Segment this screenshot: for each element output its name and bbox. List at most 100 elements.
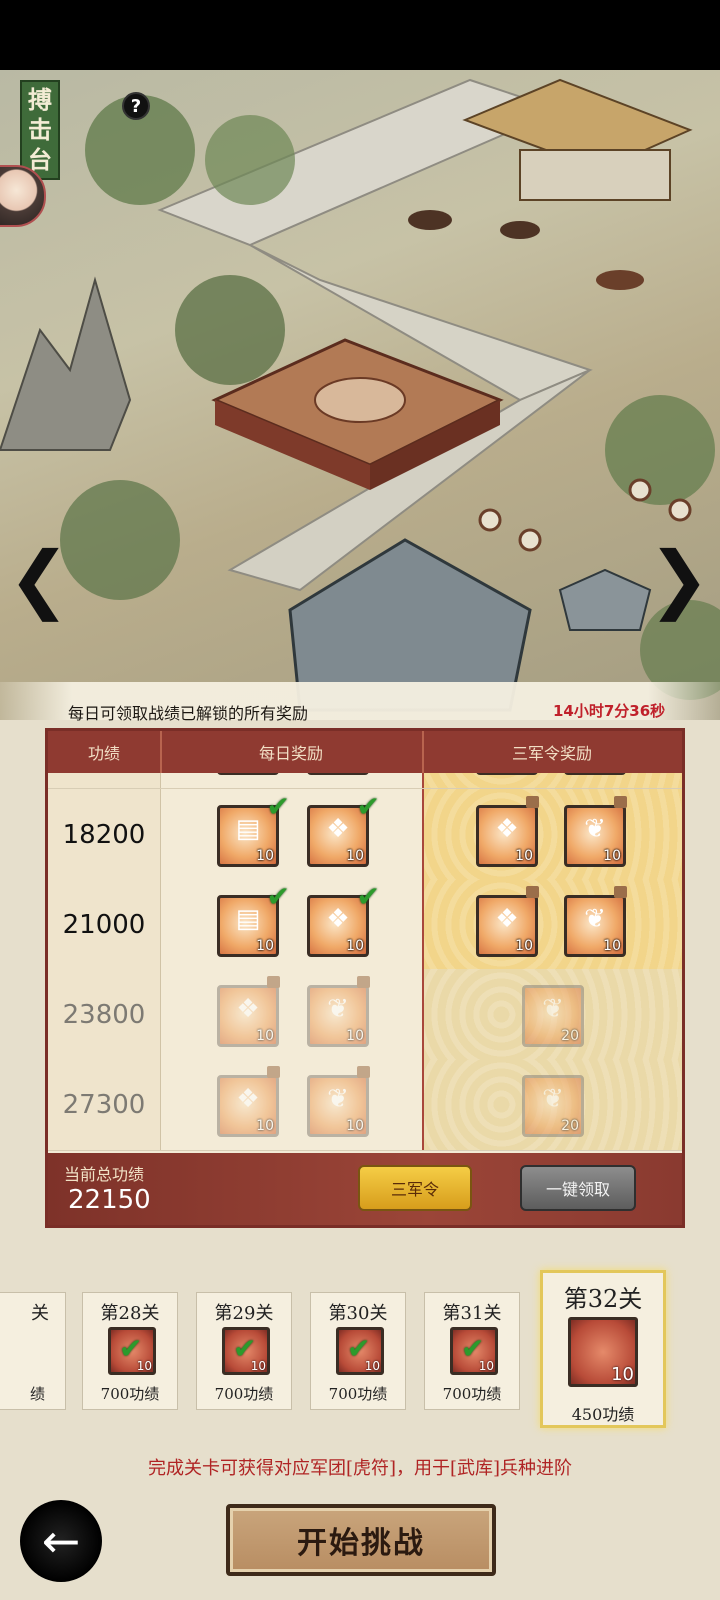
stage-card[interactable]: 第31关 ✔ 10 700功绩 [424,1292,520,1410]
talisman-icon: ❖ [236,1084,260,1114]
total-score-label: 当前总功绩 [64,1165,145,1184]
reward-item[interactable]: ❦ 20 [522,1075,584,1137]
claimed-check-icon: ✔ [356,790,380,823]
reward-item[interactable]: ❦ 10 [564,796,627,867]
item-qty: 20 [561,1028,579,1044]
reward-item[interactable]: ❖ 10 [476,886,539,957]
item-qty: 10 [603,938,621,954]
reward-item[interactable]: 10 [307,773,369,775]
premium-cell [422,773,682,788]
item-qty: 10 [603,848,621,864]
tiger-token-item: 10 [568,1317,638,1387]
premium-cell: ❦ 20 [422,969,682,1060]
daily-cell: ❖ 10 ❦ 10 [160,969,422,1060]
reward-item[interactable]: 10 [217,773,279,775]
prev-arrow-icon[interactable]: ❮ [8,536,70,622]
stage-title: 第29关 [214,1303,274,1324]
boots-icon: ❦ [542,1084,564,1114]
item-qty: 10 [515,848,533,864]
reward-item[interactable]: ❦ 10 [307,1066,370,1137]
reward-rows[interactable]: 10 10 18200 ▤ ✔ 10 ❖ ✔ 10 [48,773,682,1153]
reward-item[interactable]: ❦ 20 [522,985,584,1047]
boots-icon: ❦ [327,994,349,1024]
stage-title: 第28关 [100,1303,160,1324]
claim-all-button[interactable]: 一键领取 [520,1165,636,1211]
item-qty: 10 [250,1359,266,1373]
score-cell: 21000 [48,879,160,970]
tiger-token-item: ✔ 10 [222,1327,270,1375]
reward-item[interactable]: ❖ ✔ 10 [307,880,380,957]
reward-item[interactable]: ❖ 10 [217,1066,280,1137]
item-qty: 20 [561,1118,579,1134]
lock-icon [357,1066,370,1078]
score-cell: 23800 [48,969,160,1060]
countdown-timer: 14小时7分36秒 [553,702,666,720]
table-row: 10 10 [48,773,682,789]
stage-card[interactable]: 第30关 ✔ 10 700功绩 [310,1292,406,1410]
sanjun-order-button[interactable]: 三军令 [358,1165,472,1211]
stage-reward: 700功绩 [100,1385,160,1403]
premium-cell: ❖ 10 ❦ 10 [422,789,682,880]
stage-card[interactable]: 第28关 ✔ 10 700功绩 [82,1292,178,1410]
daily-notice: 每日可领取战绩已解锁的所有奖励 [68,704,309,723]
item-qty: 10 [256,1028,274,1044]
premium-cell: ❦ 20 [422,1059,682,1150]
tiger-token-item: ✔ 10 [450,1327,498,1375]
lock-icon [357,976,370,988]
stage-title: 第31关 [442,1303,502,1324]
daily-cell: ▤ ✔ 10 ❖ ✔ 10 [160,879,422,970]
boots-icon: ❦ [584,904,606,934]
header-daily: 每日奖励 [258,744,323,763]
reward-item[interactable]: ❦ 10 [564,886,627,957]
item-qty: 10 [478,1359,494,1373]
daily-cell: ❖ 10 ❦ 10 [160,1059,422,1150]
talisman-icon: ❖ [495,814,519,844]
claimed-check-icon: ✔ [266,790,290,823]
item-qty: 10 [364,1359,380,1373]
table-row: 21000 ▤ ✔ 10 ❖ ✔ 10 ❖ 10 ❦ 10 [48,879,682,971]
stage-title: 关 [31,1303,49,1324]
reward-item[interactable]: ❖ 10 [217,976,280,1047]
reward-item[interactable]: ❖ ✔ 10 [307,790,380,867]
reward-item[interactable] [476,773,538,775]
item-qty: 10 [346,1118,364,1134]
panel-footer: 当前总功绩 22150 三军令 一键领取 [48,1153,682,1225]
item-qty: 10 [346,1028,364,1044]
item-qty: 10 [611,1364,634,1385]
talisman-icon: ❖ [236,994,260,1024]
reward-item[interactable]: ▤ ✔ 10 [217,790,290,867]
reward-item[interactable] [564,773,626,775]
reward-item[interactable]: ▤ ✔ 10 [217,880,290,957]
title-char: 击 [28,115,52,144]
stage-card-current[interactable]: 第32关 10 450功绩 [540,1270,666,1428]
boots-icon: ❦ [584,814,606,844]
stage-card[interactable]: 关 绩 [0,1292,66,1410]
header-score: 功绩 [87,744,120,763]
back-arrow-icon[interactable]: ← [20,1500,102,1582]
reward-panel: 功绩 每日奖励 三军令奖励 10 10 18200 ▤ ✔ 10 [45,728,685,1228]
arena-title-badge: 搏 击 台 [20,80,60,180]
header-premium: 三军令奖励 [511,744,592,763]
table-row: 27300 ❖ 10 ❦ 10 ❦ 20 [48,1059,682,1151]
tiger-token-item: ✔ 10 [336,1327,384,1375]
stage-reward: 绩 [29,1385,45,1403]
help-icon[interactable]: ? [122,92,150,120]
score-cell [48,773,160,788]
lock-icon [526,796,539,808]
lock-icon [614,796,627,808]
score-cell: 27300 [48,1059,160,1150]
boots-icon: ❦ [327,1084,349,1114]
stage-strip[interactable]: 关 绩 第28关 ✔ 10 700功绩 第29关 ✔ 10 700功绩 第30关… [0,1268,720,1428]
stage-card[interactable]: 第29关 ✔ 10 700功绩 [196,1292,292,1410]
score-cell: 18200 [48,789,160,880]
start-challenge-button[interactable]: 开始挑战 [226,1504,496,1576]
daily-cell: ▤ ✔ 10 ❖ ✔ 10 [160,789,422,880]
reward-item[interactable]: ❖ 10 [476,796,539,867]
next-arrow-icon[interactable]: ❯ [648,536,710,622]
stage-reward: 700功绩 [328,1385,388,1403]
table-row: 18200 ▤ ✔ 10 ❖ ✔ 10 ❖ 10 ❦ 10 [48,789,682,881]
reward-item[interactable]: ❦ 10 [307,976,370,1047]
item-qty: 10 [515,938,533,954]
title-char: 搏 [28,85,52,114]
claimed-check-icon: ✔ [356,880,380,913]
